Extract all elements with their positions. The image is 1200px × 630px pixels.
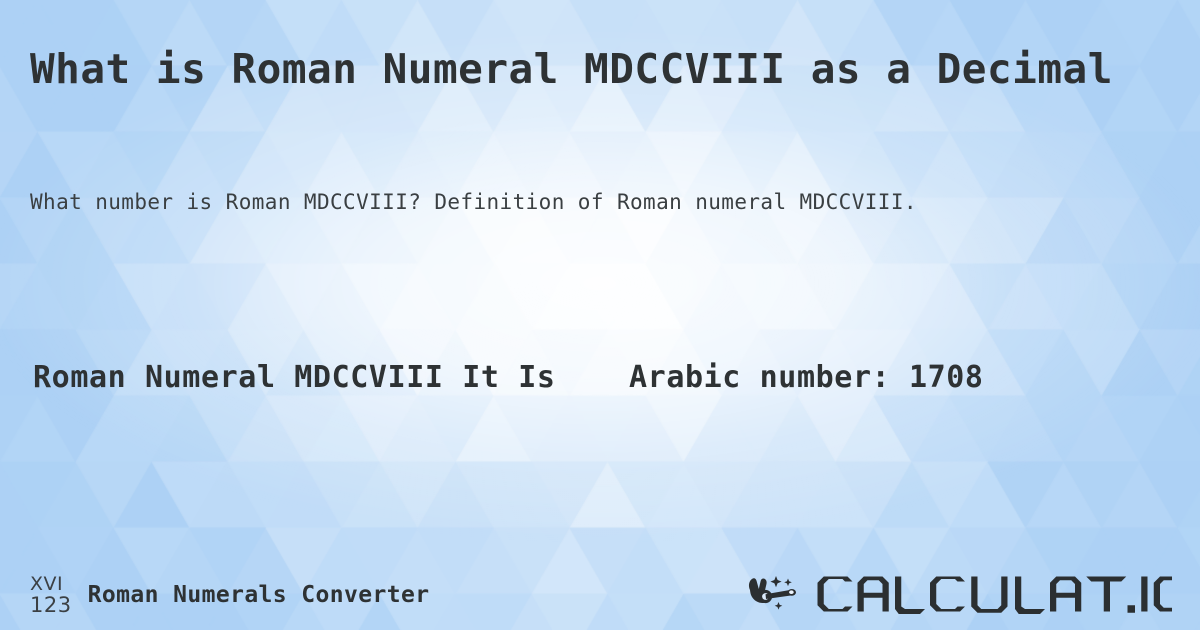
- answer-value: 1708: [908, 360, 984, 395]
- answer-spacer: [574, 360, 610, 395]
- roman-logo-bottom-text: 123: [30, 593, 72, 618]
- answer-label: Roman Numeral MDCCVIII It Is: [33, 360, 556, 395]
- calculatio-wordmark: [817, 576, 1172, 614]
- roman-numerals-logo-icon: XVI 123: [30, 574, 72, 617]
- answer-block: Roman Numeral MDCCVIII It Is Arabic numb…: [33, 352, 1143, 403]
- answer-lead: Arabic number:: [629, 360, 891, 395]
- roman-numerals-converter-brand[interactable]: XVI 123 Roman Numerals Converter: [30, 574, 430, 617]
- magic-wand-hand-icon: [748, 576, 796, 610]
- roman-numerals-converter-label: Roman Numerals Converter: [87, 582, 430, 609]
- footer: XVI 123 Roman Numerals Converter: [0, 534, 1200, 630]
- roman-logo-top-text: XVI: [30, 572, 64, 595]
- calculatio-brand[interactable]: CALCULAT.IO: [745, 572, 1172, 616]
- page-subtitle: What number is Roman MDCCVIII? Definitio…: [30, 190, 917, 214]
- page-title: What is Roman Numeral MDCCVIII as a Deci…: [30, 45, 1113, 93]
